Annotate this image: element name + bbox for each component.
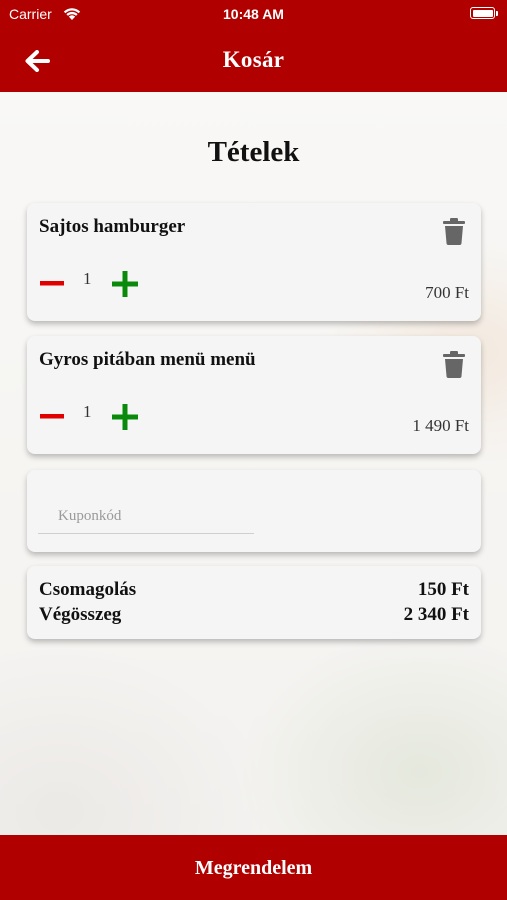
page-title: Kosár bbox=[222, 47, 285, 72]
cart-item-card: Sajtos hamburger 1 700 Ft bbox=[27, 203, 481, 321]
total-value: 2 340 Ft bbox=[403, 604, 469, 625]
total-row: Végösszeg 2 340 Ft bbox=[39, 604, 469, 626]
battery-icon bbox=[470, 7, 498, 19]
summary-card: Csomagolás 150 Ft Végösszeg 2 340 Ft bbox=[27, 566, 481, 639]
increase-quantity-button[interactable] bbox=[111, 403, 139, 431]
section-title: Tételek bbox=[207, 136, 300, 168]
trash-icon[interactable] bbox=[442, 350, 466, 378]
place-order-button[interactable]: Megrendelem bbox=[0, 835, 507, 900]
packaging-label: Csomagolás bbox=[39, 579, 137, 600]
item-name: Sajtos hamburger bbox=[39, 216, 186, 237]
decrease-quantity-button[interactable] bbox=[39, 403, 65, 429]
trash-icon[interactable] bbox=[442, 217, 466, 245]
item-price: 1 490 Ft bbox=[412, 416, 469, 435]
item-name: Gyros pitában menü menü bbox=[39, 349, 256, 370]
packaging-row: Csomagolás 150 Ft bbox=[39, 579, 469, 601]
cart-item-card: Gyros pitában menü menü 1 1 490 Ft bbox=[27, 336, 481, 454]
total-label: Végösszeg bbox=[39, 604, 122, 625]
app-header: Carrier 10:48 AM Kosár bbox=[0, 0, 507, 92]
decrease-quantity-button[interactable] bbox=[39, 270, 65, 296]
coupon-code-input[interactable] bbox=[38, 500, 254, 534]
item-price: 700 Ft bbox=[425, 283, 469, 302]
status-bar: Carrier 10:48 AM bbox=[0, 0, 507, 28]
packaging-value: 150 Ft bbox=[417, 579, 469, 600]
item-quantity: 1 bbox=[83, 269, 92, 288]
increase-quantity-button[interactable] bbox=[111, 270, 139, 298]
clock: 10:48 AM bbox=[223, 6, 284, 22]
coupon-card bbox=[27, 470, 481, 552]
item-quantity: 1 bbox=[83, 402, 92, 421]
